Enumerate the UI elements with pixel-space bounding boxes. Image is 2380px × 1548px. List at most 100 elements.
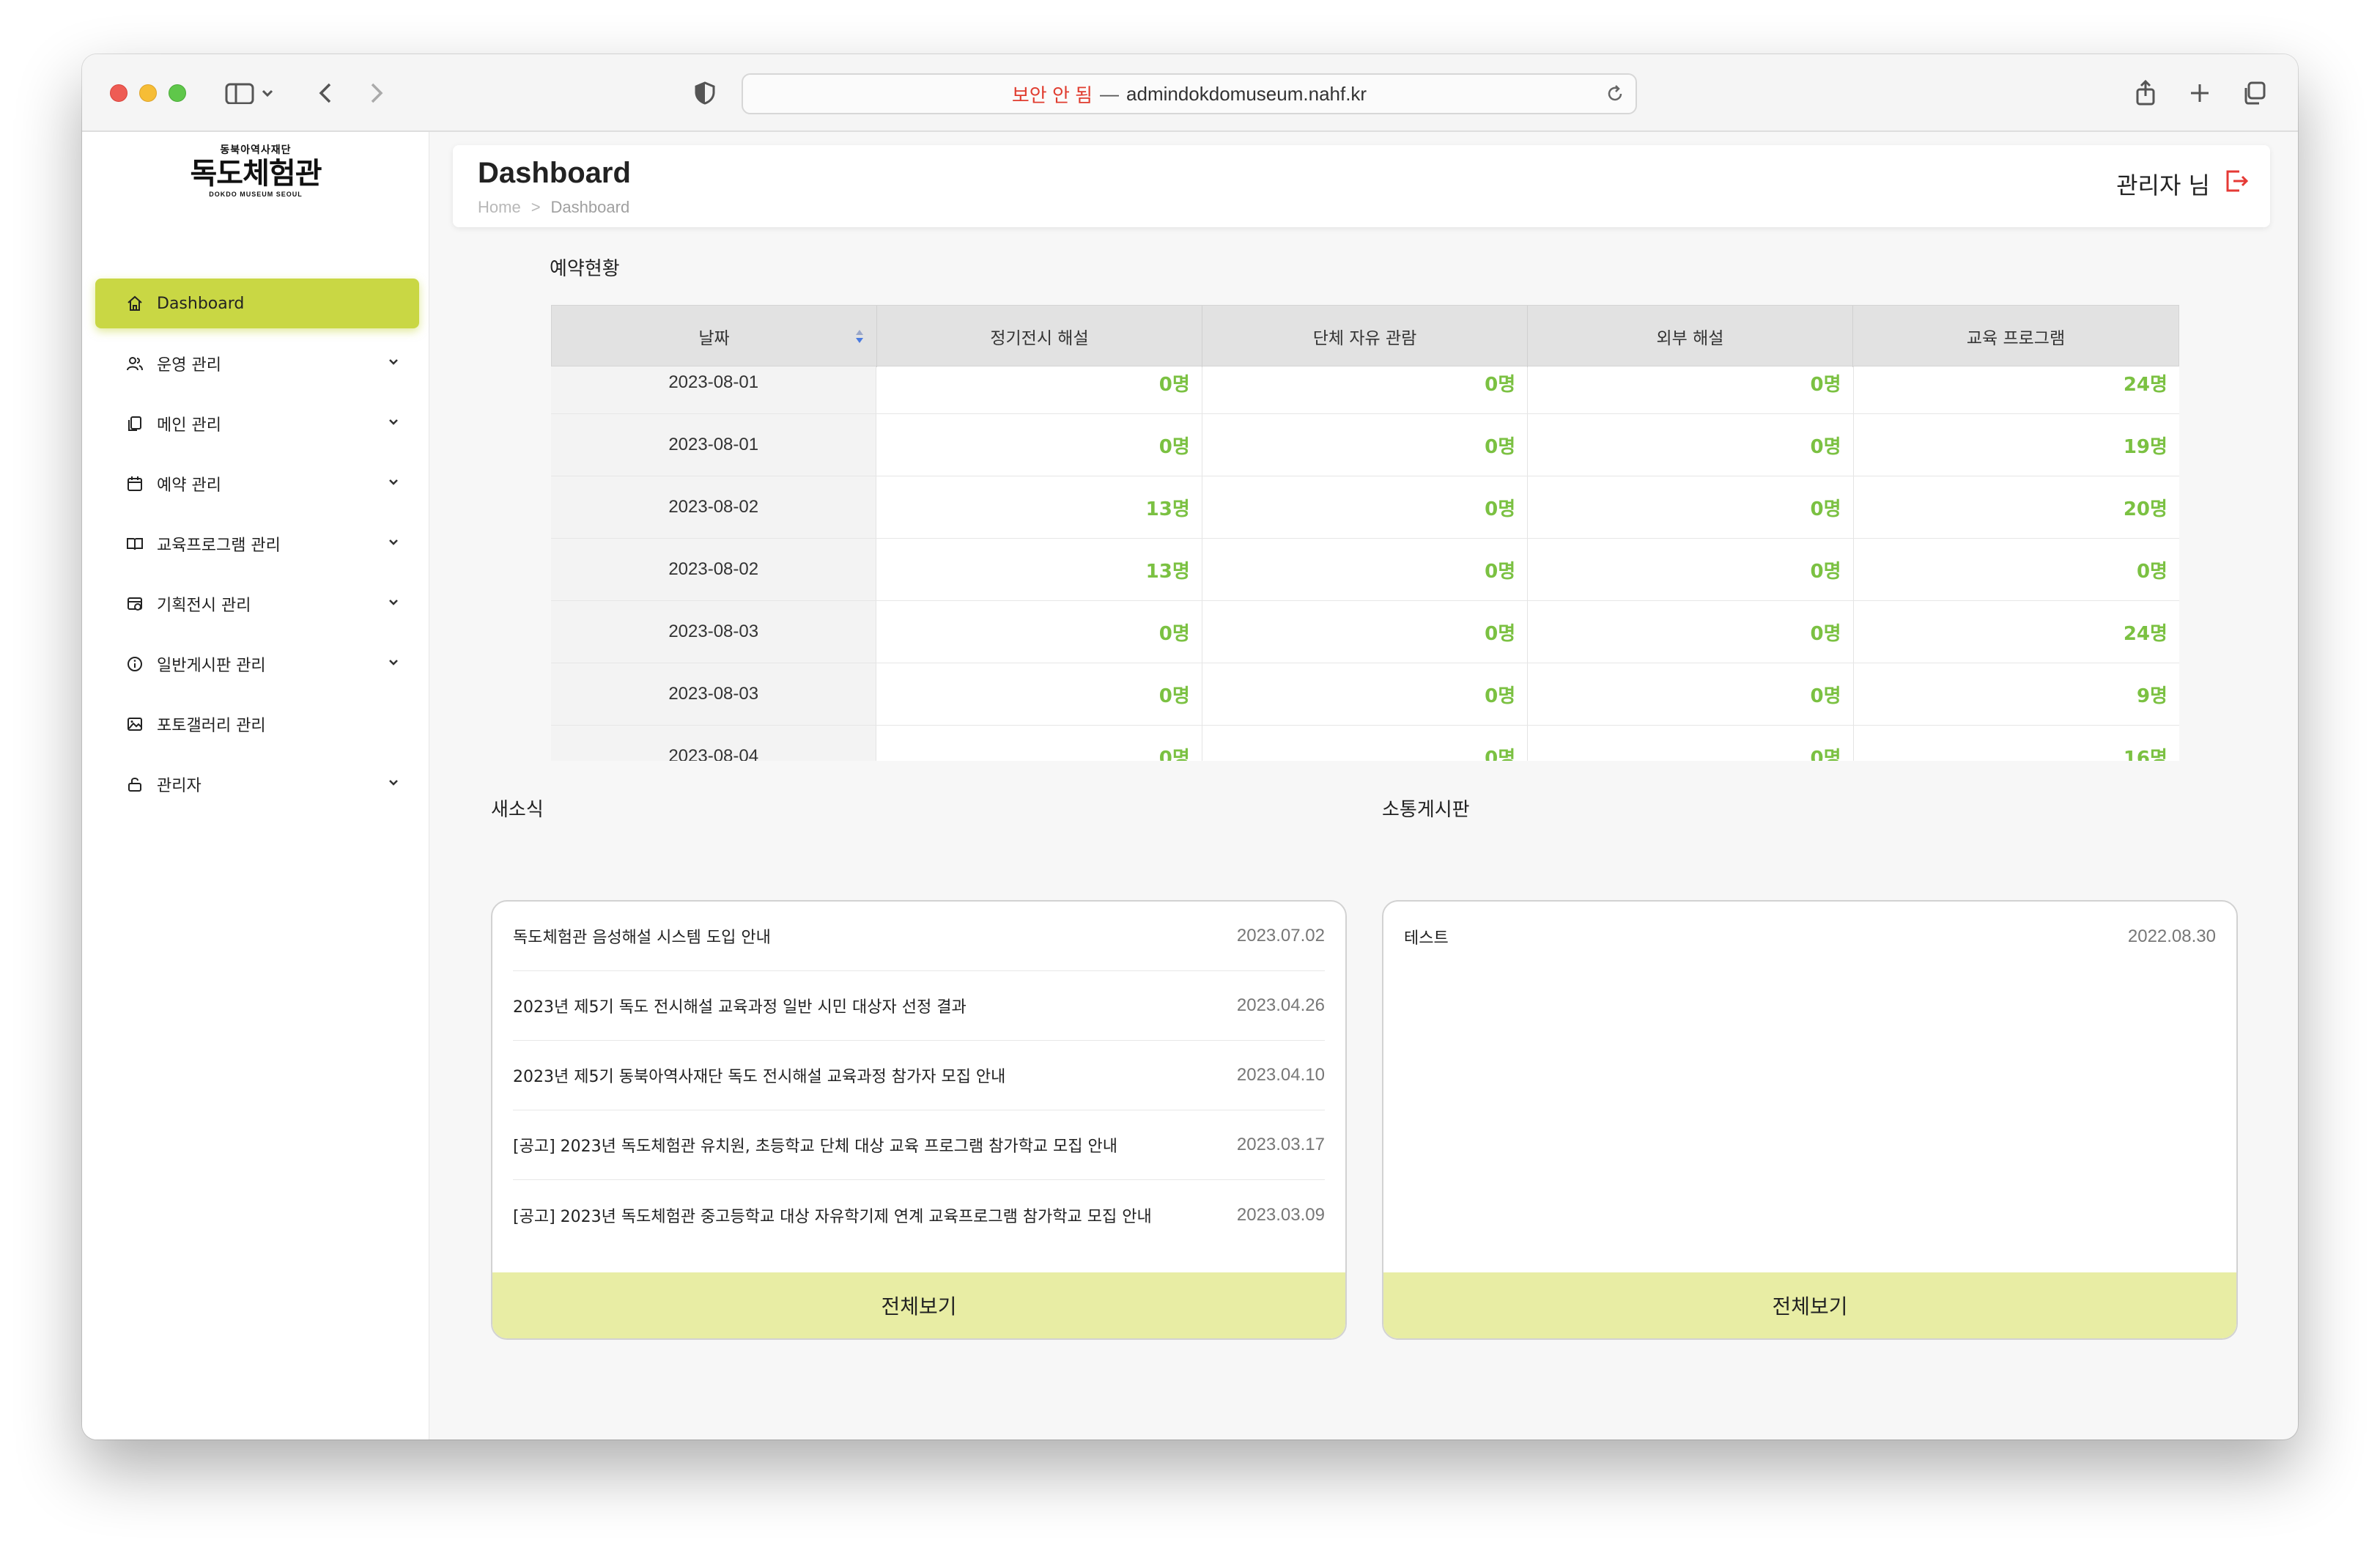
new-tab-icon[interactable]: [2185, 76, 2214, 110]
page-header: Dashboard Home > Dashboard 관리자 님: [453, 145, 2270, 227]
list-item[interactable]: 2023년 제5기 독도 전시해설 교육과정 일반 시민 대상자 선정 결과 2…: [513, 971, 1325, 1041]
breadcrumb: Home > Dashboard: [478, 198, 629, 217]
chevron-down-icon: [387, 475, 400, 493]
table-row[interactable]: 2023-08-02 13명 0명 0명 20명: [551, 476, 2179, 539]
minimize-window-button[interactable]: [139, 84, 157, 102]
cell-count: 0명: [1202, 539, 1529, 600]
cell-count: 0명: [1528, 726, 1854, 761]
sidebar-item-label: 일반게시판 관리: [157, 657, 266, 675]
logout-icon[interactable]: [2225, 169, 2250, 199]
logo-main-text: 독도체험관: [190, 157, 322, 191]
logo-top-text: 동북아역사재단: [220, 144, 292, 155]
browser-toolbar: 보안 안 됨 — admindokdomuseum.nahf.kr: [82, 54, 2298, 132]
reservations-title: 예약현황: [550, 258, 620, 280]
news-title: 새소식: [491, 799, 544, 821]
book-icon: [125, 534, 145, 554]
table-body: 2023-08-01 0명 0명 0명 24명 2023-08-01 0명 0명…: [551, 352, 2179, 761]
news-item-title: 독도체험관 음성해설 시스템 도입 안내: [513, 929, 771, 947]
lock-icon: [125, 774, 145, 795]
site-logo[interactable]: 동북아역사재단 독도체험관 DOKDO MUSEUM SEOUL: [82, 142, 429, 198]
cell-date: 2023-08-04: [551, 726, 877, 761]
chevron-down-icon: [387, 535, 400, 553]
cell-count: 0명: [1202, 476, 1529, 538]
cell-date: 2023-08-03: [551, 663, 877, 725]
back-icon[interactable]: [311, 76, 340, 110]
table-header: 날짜 정기전시 해설 단체 자유 관람 외부 해설 교육 프로그램: [551, 305, 2179, 367]
chevron-down-icon: [387, 595, 400, 613]
sidebar-item-main[interactable]: 메인 관리: [95, 399, 419, 449]
browser-window: 보안 안 됨 — admindokdomuseum.nahf.kr 동북아역사재…: [82, 54, 2298, 1440]
reload-icon[interactable]: [1605, 84, 1625, 109]
cell-count: 0명: [876, 663, 1202, 725]
zoom-window-button[interactable]: [169, 84, 186, 102]
community-view-all-button[interactable]: 전체보기: [1383, 1272, 2236, 1338]
sidebar-item-operations[interactable]: 운영 관리: [95, 339, 419, 388]
breadcrumb-home[interactable]: Home: [478, 198, 521, 217]
home-icon: [125, 293, 145, 314]
community-board: 테스트 2022.08.30 전체보기: [1382, 900, 2238, 1340]
sidebar-item-education[interactable]: 교육프로그램 관리: [95, 519, 419, 569]
tab-overview-icon[interactable]: [2239, 76, 2269, 110]
privacy-shield-icon[interactable]: [690, 76, 720, 110]
list-item[interactable]: 독도체험관 음성해설 시스템 도입 안내 2023.07.02: [513, 902, 1325, 971]
user-menu: 관리자 님: [2116, 167, 2250, 201]
sidebar-item-label: 포토갤러리 관리: [157, 717, 266, 735]
sidebar-item-exhibition[interactable]: 기획전시 관리: [95, 579, 419, 629]
cell-count: 0명: [1528, 539, 1854, 600]
news-item-date: 2023.04.10: [1236, 1065, 1325, 1085]
url-separator: —: [1100, 82, 1120, 105]
cell-count: 13명: [876, 539, 1202, 600]
list-item[interactable]: [공고] 2023년 독도체험관 중고등학교 대상 자유학기제 연계 교육프로그…: [513, 1180, 1325, 1250]
close-window-button[interactable]: [110, 84, 128, 102]
cell-count: 0명: [1202, 414, 1529, 476]
sidebar-item-board[interactable]: 일반게시판 관리: [95, 639, 419, 689]
sidebar-item-dashboard[interactable]: Dashboard: [95, 279, 419, 328]
sidebar-item-label: 운영 관리: [157, 356, 221, 375]
list-item[interactable]: [공고] 2023년 독도체험관 유치원, 초등학교 단체 대상 교육 프로그램…: [513, 1110, 1325, 1180]
column-header-regular-tour[interactable]: 정기전시 해설: [877, 306, 1202, 367]
sidebar-item-label: 교육프로그램 관리: [157, 537, 281, 555]
news-view-all-button[interactable]: 전체보기: [492, 1272, 1345, 1338]
table-row[interactable]: 2023-08-03 0명 0명 0명 24명: [551, 601, 2179, 663]
table-row[interactable]: 2023-08-04 0명 0명 0명 16명: [551, 726, 2179, 761]
sort-icon[interactable]: [854, 328, 865, 350]
reservations-table: 날짜 정기전시 해설 단체 자유 관람 외부 해설 교육 프로그램 2023-0…: [551, 305, 2179, 761]
sidebar-item-label: Dashboard: [157, 294, 245, 313]
community-list: 테스트 2022.08.30: [1404, 902, 2216, 971]
cell-count: 0명: [1202, 601, 1529, 663]
sidebar-item-label: 기획전시 관리: [157, 597, 251, 615]
sidebar-item-photo-gallery[interactable]: 포토갤러리 관리: [95, 699, 419, 749]
cell-count: 0명: [1528, 601, 1854, 663]
sidebar-toggle-icon[interactable]: [221, 76, 280, 110]
news-item-title: 2023년 제5기 동북아역사재단 독도 전시해설 교육과정 참가자 모집 안내: [513, 1068, 1006, 1086]
sidebar-item-admin[interactable]: 관리자: [95, 759, 419, 809]
table-row[interactable]: 2023-08-01 0명 0명 0명 19명: [551, 414, 2179, 476]
sidebar-item-label: 관리자: [157, 777, 202, 795]
column-header-education[interactable]: 교육 프로그램: [1853, 306, 2178, 367]
column-header-external-tour[interactable]: 외부 해설: [1528, 306, 1853, 367]
list-item[interactable]: 테스트 2022.08.30: [1404, 902, 2216, 971]
table-row[interactable]: 2023-08-03 0명 0명 0명 9명: [551, 663, 2179, 726]
news-item-date: 2023.04.26: [1236, 995, 1325, 1015]
cell-count: 0명: [2136, 560, 2168, 583]
news-item-date: 2023.07.02: [1236, 926, 1325, 946]
cell-date: 2023-08-01: [551, 414, 877, 476]
cell-count: 0명: [1528, 663, 1854, 725]
news-board: 독도체험관 음성해설 시스템 도입 안내 2023.07.02 2023년 제5…: [491, 900, 1347, 1340]
chevron-down-icon: [387, 415, 400, 433]
user-name: 관리자 님: [2116, 172, 2210, 199]
info-icon: [125, 654, 145, 674]
sidebar: 동북아역사재단 독도체험관 DOKDO MUSEUM SEOUL Dashboa…: [82, 132, 429, 1440]
share-icon[interactable]: [2131, 76, 2160, 110]
breadcrumb-current: Dashboard: [550, 198, 630, 216]
address-bar[interactable]: 보안 안 됨 — admindokdomuseum.nahf.kr: [742, 73, 1637, 114]
column-header-group-visit[interactable]: 단체 자유 관람: [1202, 306, 1528, 367]
calendar-icon: [125, 473, 145, 494]
sidebar-item-reservation[interactable]: 예약 관리: [95, 459, 419, 509]
list-item[interactable]: 2023년 제5기 동북아역사재단 독도 전시해설 교육과정 참가자 모집 안내…: [513, 1041, 1325, 1110]
forward-icon[interactable]: [362, 76, 391, 110]
column-header-date[interactable]: 날짜: [552, 306, 877, 367]
table-row[interactable]: 2023-08-02 13명 0명 0명 0명: [551, 539, 2179, 601]
people-icon: [125, 353, 145, 374]
logo-sub-text: DOKDO MUSEUM SEOUL: [209, 191, 303, 198]
